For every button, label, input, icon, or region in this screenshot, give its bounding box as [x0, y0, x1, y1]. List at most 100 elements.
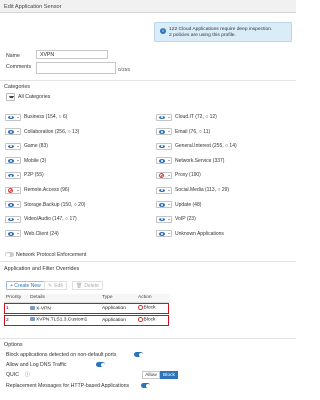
all-categories-dropdown[interactable] [6, 93, 15, 101]
category-action-dropdown[interactable] [156, 215, 172, 223]
network-protocol-toggle[interactable] [5, 252, 14, 257]
highlight-box-row-1 [4, 303, 169, 314]
column-header-details[interactable]: Details [28, 294, 100, 303]
category-action-dropdown[interactable] [156, 201, 172, 209]
eye-icon [159, 203, 165, 207]
category-label: Mobile (3) [24, 157, 47, 164]
category-row: Network.Service (337) [156, 157, 224, 165]
delete-button[interactable]: 🗑 Delete [72, 281, 103, 290]
dns-traffic-toggle[interactable] [96, 362, 105, 367]
overrides-title: Application and Filter Overrides [4, 266, 80, 272]
divider [0, 261, 296, 262]
category-row: Video/Audio (147, ○ 17) [5, 215, 77, 223]
category-row: VoIP (23) [156, 215, 196, 223]
replacement-messages-toggle[interactable] [141, 383, 150, 388]
notice-line-1: 122 Cloud Applications require deep insp… [169, 27, 273, 32]
eye-icon [159, 217, 165, 222]
dialog-title: Edit Application Sensor [0, 0, 296, 13]
category-label: Remote.Access (96) [24, 187, 70, 193]
category-action-dropdown[interactable] [156, 157, 172, 165]
category-action-dropdown[interactable] [5, 230, 21, 238]
category-action-dropdown[interactable] [156, 171, 172, 179]
category-row: Social.Media (113, ○ 29) [156, 186, 229, 194]
category-action-dropdown[interactable] [156, 230, 172, 238]
category-row: Cloud.IT (72, ○ 12) [156, 113, 217, 121]
category-action-dropdown[interactable] [5, 171, 21, 179]
category-action-dropdown[interactable] [5, 113, 21, 121]
category-row: Web.Client (24) [5, 230, 59, 238]
eye-icon [8, 159, 14, 163]
chevron-down-icon [167, 233, 170, 235]
chevron-down-icon [16, 204, 19, 206]
quic-block-button[interactable]: Block [160, 371, 178, 379]
chevron-down-icon [167, 116, 170, 118]
chevron-down-icon [16, 131, 19, 133]
category-label: Update (48) [175, 201, 202, 208]
category-label: Email (76, ○ 11) [175, 128, 211, 135]
category-label: Game (83) [24, 143, 48, 150]
divider [0, 338, 296, 339]
block-icon [8, 188, 13, 193]
options-title: Options [4, 342, 23, 348]
edit-button[interactable]: ✎ Edit [44, 281, 67, 290]
category-action-dropdown[interactable] [5, 157, 21, 165]
deep-inspection-notice: i 122 Cloud Applications require deep in… [154, 22, 292, 42]
eye-icon [8, 232, 14, 236]
category-action-dropdown[interactable] [5, 142, 21, 150]
quic-allow-button[interactable]: Allow [142, 371, 160, 379]
trash-icon: 🗑 [76, 282, 83, 289]
eye-icon [159, 232, 165, 236]
category-row: Collaboration (256, ○ 13) [5, 128, 79, 136]
chevron-down-icon [16, 218, 19, 220]
eye-icon [8, 130, 14, 134]
category-row: Update (48) [156, 201, 201, 209]
eye-icon [159, 115, 165, 119]
chevron-down-icon [167, 174, 170, 176]
name-input[interactable]: XVPN [36, 50, 108, 59]
nondefault-ports-toggle[interactable] [134, 352, 143, 357]
column-header-type[interactable]: Type [100, 294, 136, 303]
category-label: Business (154, ○ 6) [24, 114, 68, 120]
categories-title: Categories [4, 84, 31, 90]
nondefault-ports-label: Block applications detected on non-defau… [6, 352, 117, 358]
delete-label: Delete [84, 282, 99, 289]
quic-info-icon: ⓘ [25, 372, 31, 378]
category-label: Social.Media (113, ○ 29) [175, 187, 230, 193]
create-new-button[interactable]: + Create New [6, 281, 45, 290]
dns-traffic-label: Allow and Log DNS Traffic [6, 362, 67, 368]
comments-textarea[interactable] [36, 62, 116, 74]
comments-label: Comments [6, 64, 32, 70]
eye-icon [159, 144, 165, 149]
column-header-action[interactable]: Action [136, 294, 170, 303]
network-protocol-label: Network Protocol Enforcement [16, 252, 87, 258]
category-label: Unknown Applications [175, 230, 224, 237]
category-action-dropdown[interactable] [156, 128, 172, 136]
category-label: P2P (55) [24, 172, 44, 179]
category-label: VoIP (23) [175, 216, 196, 223]
category-action-dropdown[interactable] [156, 142, 172, 150]
edit-label: Edit [54, 282, 63, 289]
chevron-down-icon [16, 160, 19, 162]
eye-icon [8, 203, 14, 207]
category-label: General.Interest (255, ○ 14) [175, 143, 237, 150]
category-row: Email (76, ○ 11) [156, 128, 210, 136]
block-icon [159, 173, 164, 179]
category-row: Unknown Applications [156, 230, 224, 238]
category-row: Game (83) [5, 142, 48, 150]
category-row: P2P (55) [5, 171, 44, 179]
category-action-dropdown[interactable] [5, 201, 21, 209]
highlight-box-row-2 [4, 315, 169, 326]
info-icon: i [160, 28, 166, 34]
column-header-priority[interactable]: Priority [4, 294, 28, 303]
category-action-dropdown[interactable] [5, 215, 21, 223]
name-label: Name [6, 53, 20, 59]
category-action-dropdown[interactable] [156, 113, 172, 121]
chevron-down-icon [167, 204, 170, 206]
category-action-dropdown[interactable] [5, 186, 21, 194]
category-label: Storage.Backup (150, ○ 20) [24, 201, 86, 208]
category-action-dropdown[interactable] [5, 128, 21, 136]
category-action-dropdown[interactable] [156, 186, 172, 194]
chevron-down-icon [167, 160, 170, 162]
divider [0, 80, 296, 81]
chevron-down-icon [16, 116, 19, 118]
